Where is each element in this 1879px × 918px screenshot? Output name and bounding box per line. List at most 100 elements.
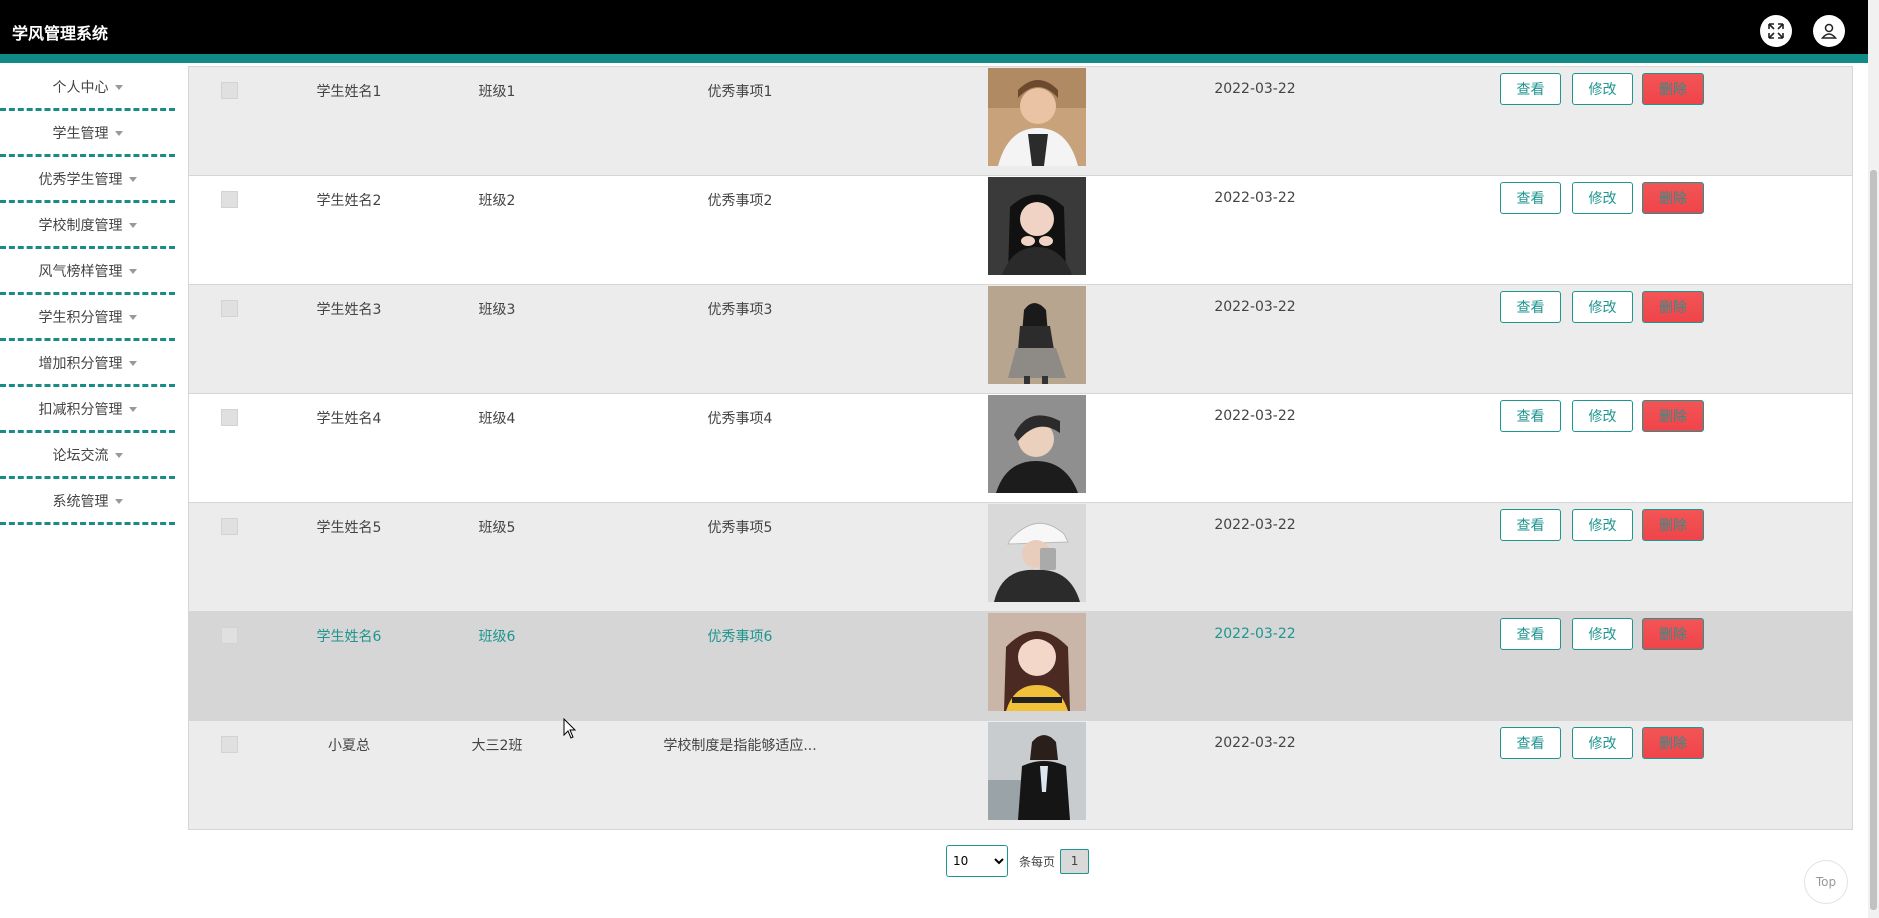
back-to-top-button[interactable]: Top xyxy=(1804,860,1848,904)
view-button[interactable]: 查看 xyxy=(1500,400,1561,432)
caret-down-icon xyxy=(114,499,123,504)
sidebar-item-forum[interactable]: 论坛交流 xyxy=(0,433,175,479)
edit-button[interactable]: 修改 xyxy=(1572,618,1633,650)
view-button[interactable]: 查看 xyxy=(1500,618,1561,650)
row-checkbox[interactable] xyxy=(221,409,238,426)
student-photo xyxy=(988,177,1086,275)
edit-button[interactable]: 修改 xyxy=(1572,509,1633,541)
pagination: 10 条每页 1 xyxy=(946,845,1090,877)
excellence-item-cell: 优秀事项6 xyxy=(707,629,773,645)
delete-button[interactable]: 删除 xyxy=(1642,400,1704,432)
date-cell: 2022-03-22 xyxy=(1214,81,1296,97)
caret-down-icon xyxy=(128,361,137,366)
sidebar-item-label: 系统管理 xyxy=(52,493,109,510)
delete-button[interactable]: 删除 xyxy=(1642,509,1704,541)
class-cell: 班级5 xyxy=(478,520,516,536)
student-name-cell: 学生姓名5 xyxy=(316,520,382,536)
edit-button[interactable]: 修改 xyxy=(1572,182,1633,214)
per-page-label: 条每页 xyxy=(1019,854,1056,869)
edit-button[interactable]: 修改 xyxy=(1572,73,1633,105)
sidebar-item-role-model-management[interactable]: 风气榜样管理 xyxy=(0,249,175,295)
caret-down-icon xyxy=(128,177,137,182)
user-menu-button[interactable] xyxy=(1813,15,1845,47)
student-name-cell: 学生姓名3 xyxy=(316,302,382,318)
date-cell: 2022-03-22 xyxy=(1214,626,1296,642)
student-photo xyxy=(988,504,1086,602)
student-photo xyxy=(988,68,1086,166)
row-checkbox[interactable] xyxy=(221,82,238,99)
sidebar-item-student-management[interactable]: 学生管理 xyxy=(0,111,175,157)
row-checkbox[interactable] xyxy=(221,627,238,644)
student-photo xyxy=(988,395,1086,493)
caret-down-icon xyxy=(128,223,137,228)
sidebar-item-label: 学生积分管理 xyxy=(38,309,123,326)
student-photo xyxy=(988,613,1086,711)
delete-button[interactable]: 删除 xyxy=(1642,291,1704,323)
view-button[interactable]: 查看 xyxy=(1500,73,1561,105)
excellence-item-cell: 优秀事项5 xyxy=(707,520,773,536)
sidebar-item-student-points-management[interactable]: 学生积分管理 xyxy=(0,295,175,341)
date-cell: 2022-03-22 xyxy=(1214,190,1296,206)
sidebar-item-deduct-points-management[interactable]: 扣减积分管理 xyxy=(0,387,175,433)
date-cell: 2022-03-22 xyxy=(1214,408,1296,424)
scrollbar-thumb[interactable] xyxy=(1870,170,1877,910)
delete-button[interactable]: 删除 xyxy=(1642,73,1704,105)
sidebar-item-school-policy-management[interactable]: 学校制度管理 xyxy=(0,203,175,249)
edit-button[interactable]: 修改 xyxy=(1572,291,1633,323)
view-button[interactable]: 查看 xyxy=(1500,182,1561,214)
student-photo xyxy=(988,286,1086,384)
student-name-cell: 学生姓名6 xyxy=(316,629,382,645)
edit-button[interactable]: 修改 xyxy=(1572,727,1633,759)
class-cell: 班级3 xyxy=(478,302,516,318)
student-name-cell: 学生姓名1 xyxy=(316,84,382,100)
class-cell: 班级1 xyxy=(478,84,516,100)
class-cell: 班级6 xyxy=(478,629,516,645)
user-icon xyxy=(1820,23,1838,39)
excellence-item-cell: 学校制度是指能够适应... xyxy=(663,738,817,754)
sidebar-item-excellent-student-management[interactable]: 优秀学生管理 xyxy=(0,157,175,203)
row-checkbox[interactable] xyxy=(221,518,238,535)
delete-button[interactable]: 删除 xyxy=(1642,618,1704,650)
date-cell: 2022-03-22 xyxy=(1214,735,1296,751)
caret-down-icon xyxy=(128,315,137,320)
page-size-select[interactable]: 10 xyxy=(946,845,1008,877)
table-row: 学生姓名5 班级5 优秀事项5 2022-03-22 查看 修改 删除 xyxy=(189,502,1852,611)
row-checkbox[interactable] xyxy=(221,191,238,208)
sidebar-item-label: 增加积分管理 xyxy=(38,355,123,372)
caret-down-icon xyxy=(128,269,137,274)
edit-button[interactable]: 修改 xyxy=(1572,400,1633,432)
caret-down-icon xyxy=(114,131,123,136)
student-name-cell: 小夏总 xyxy=(328,738,370,754)
row-checkbox[interactable] xyxy=(221,300,238,317)
table-row: 学生姓名6 班级6 优秀事项6 2022-03-22 查看 修改 删除 xyxy=(189,611,1852,720)
caret-down-icon xyxy=(114,85,123,90)
caret-down-icon xyxy=(114,453,123,458)
data-table: 学生姓名1 班级1 优秀事项1 2022-03-22 查看 修改 删除 学生姓名… xyxy=(188,66,1853,830)
top-header: 学风管理系统 xyxy=(0,0,1868,63)
sidebar-item-label: 优秀学生管理 xyxy=(38,171,123,188)
table-row: 学生姓名1 班级1 优秀事项1 2022-03-22 查看 修改 删除 xyxy=(189,66,1852,175)
page-number-button[interactable]: 1 xyxy=(1060,848,1090,874)
excellence-item-cell: 优秀事项1 xyxy=(707,84,773,100)
view-button[interactable]: 查看 xyxy=(1500,291,1561,323)
sidebar-item-personal-center[interactable]: 个人中心 xyxy=(0,65,175,111)
table-row: 学生姓名2 班级2 优秀事项2 2022-03-22 查看 修改 删除 xyxy=(189,175,1852,284)
excellence-item-cell: 优秀事项3 xyxy=(707,302,773,318)
sidebar-item-add-points-management[interactable]: 增加积分管理 xyxy=(0,341,175,387)
row-checkbox[interactable] xyxy=(221,736,238,753)
view-button[interactable]: 查看 xyxy=(1500,509,1561,541)
sidebar-item-label: 风气榜样管理 xyxy=(38,263,123,280)
delete-button[interactable]: 删除 xyxy=(1642,727,1704,759)
table-row: 学生姓名4 班级4 优秀事项4 2022-03-22 查看 修改 删除 xyxy=(189,393,1852,502)
excellence-item-cell: 优秀事项4 xyxy=(707,411,773,427)
class-cell: 班级4 xyxy=(478,411,516,427)
student-name-cell: 学生姓名2 xyxy=(316,193,382,209)
student-name-cell: 学生姓名4 xyxy=(316,411,382,427)
fullscreen-button[interactable] xyxy=(1760,15,1792,47)
delete-button[interactable]: 删除 xyxy=(1642,182,1704,214)
sidebar-item-label: 扣减积分管理 xyxy=(38,401,123,418)
view-button[interactable]: 查看 xyxy=(1500,727,1561,759)
caret-down-icon xyxy=(128,407,137,412)
sidebar-item-system-management[interactable]: 系统管理 xyxy=(0,479,175,525)
app-title: 学风管理系统 xyxy=(12,24,109,43)
